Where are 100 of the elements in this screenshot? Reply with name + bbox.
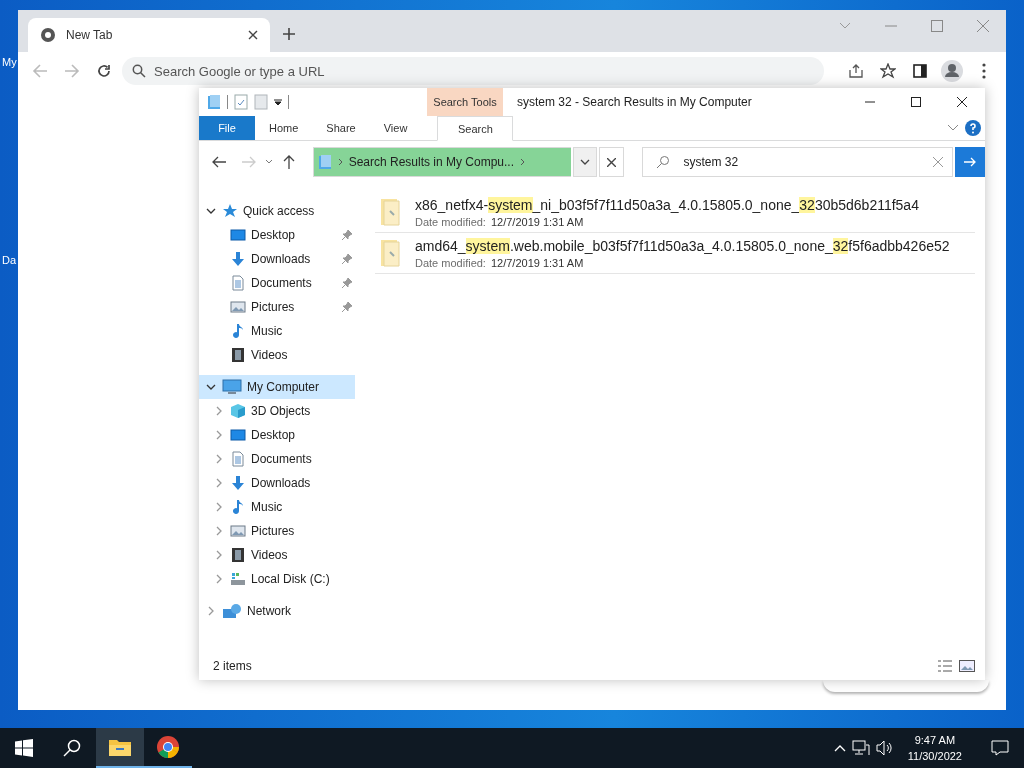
avatar-icon: [941, 60, 963, 82]
address-field[interactable]: Search Google or type a URL: [122, 57, 824, 85]
ribbon-tab[interactable]: File: [199, 116, 255, 140]
caret-icon[interactable]: [274, 98, 282, 106]
nav-label: Downloads: [251, 476, 311, 490]
nav-label: Desktop: [251, 428, 296, 442]
nav-label: Documents: [251, 452, 312, 466]
context-tab-label: Search Tools: [427, 88, 503, 116]
film-icon: [230, 347, 246, 363]
nav-item[interactable]: Downloads: [199, 247, 355, 271]
nav-label: My Computer: [247, 380, 320, 394]
cube-icon: [230, 403, 246, 419]
search-go-button[interactable]: [955, 147, 985, 177]
close-icon: [606, 157, 616, 167]
search-field[interactable]: system 32: [642, 147, 954, 177]
document-icon: [230, 275, 246, 291]
details-view-icon[interactable]: [937, 659, 953, 673]
star-icon: [880, 63, 896, 79]
ribbon-tab[interactable]: Home: [255, 116, 313, 140]
window-title: system 32 - Search Results in My Computer: [516, 94, 753, 111]
nav-item[interactable]: Pictures: [199, 295, 355, 319]
music-note-icon: [230, 499, 246, 515]
profile-button[interactable]: [938, 57, 966, 85]
close-icon: [977, 20, 989, 32]
browser-logo-icon: [40, 27, 56, 43]
nav-item[interactable]: Videos: [199, 343, 355, 367]
chevron-right-icon: [337, 158, 343, 166]
nav-item[interactable]: 3D Objects: [199, 399, 355, 423]
ribbon-tab[interactable]: Share: [312, 116, 370, 140]
clock-date[interactable]: 11/30/2022: [907, 748, 962, 764]
back-arrow-icon: [211, 156, 226, 168]
share-icon: [848, 63, 864, 79]
nav-label: Videos: [251, 348, 288, 362]
file-icon: [379, 238, 403, 268]
back-arrow-icon: [32, 63, 48, 79]
nav-label: Pictures: [251, 524, 295, 538]
nav-item[interactable]: Local Disk (C:): [199, 567, 355, 591]
nav-label: Local Disk (C:): [251, 572, 330, 586]
film-icon: [230, 547, 246, 563]
browser-logo-icon: [156, 735, 180, 759]
side-panel-icon: [912, 63, 928, 79]
nav-item[interactable]: Network: [199, 599, 355, 623]
nav-item[interactable]: Videos: [199, 543, 355, 567]
properties-icon[interactable]: [234, 94, 248, 110]
nav-item[interactable]: Music: [199, 319, 355, 343]
close-icon: [957, 97, 967, 107]
desktop-icon-label[interactable]: Da: [2, 254, 17, 266]
forward-arrow-icon: [241, 156, 256, 168]
minimize-icon: [865, 101, 875, 103]
maximize-icon: [931, 20, 943, 32]
ribbon-tab[interactable]: Search: [437, 116, 514, 141]
date-value: 12/7/2019 1:31 AM: [490, 257, 584, 269]
speech-bubble-icon: [991, 740, 1009, 756]
nav-item[interactable]: Pictures: [199, 519, 355, 543]
nav-label: Music: [251, 324, 283, 338]
ribbon-tab[interactable]: View: [369, 116, 422, 140]
nav-item[interactable]: Desktop: [199, 423, 355, 447]
folder-icon: [207, 94, 221, 110]
close-icon[interactable]: [248, 30, 258, 40]
item-count: 2 items: [213, 659, 252, 673]
down-arrow-icon: [230, 251, 246, 267]
nav-item[interactable]: Music: [199, 495, 355, 519]
network-icon[interactable]: [851, 740, 870, 756]
date-label: Date modified:: [415, 216, 486, 228]
chevron-down-icon: [579, 159, 590, 165]
nav-label: Network: [247, 604, 291, 618]
nav-label: Music: [251, 500, 283, 514]
desktop-icon-label[interactable]: My: [2, 56, 17, 68]
nav-item[interactable]: Quick access: [199, 199, 355, 223]
clock-time[interactable]: 9:47 AM: [914, 732, 956, 748]
file-name[interactable]: x86_netfx4-system_ni_b03f5f7f11d50a3a_4.0.15805.0_none_3230b5d6b211f5a4: [415, 197, 919, 213]
minimize-icon: [885, 25, 897, 27]
clear-icon[interactable]: [933, 157, 944, 167]
right-arrow-icon: [964, 157, 977, 167]
browser-tab[interactable]: New Tab: [28, 18, 270, 52]
nav-item[interactable]: Documents: [199, 447, 355, 471]
nav-item[interactable]: My Computer: [199, 375, 355, 399]
menu-icon: [982, 63, 986, 79]
monitor-icon: [222, 379, 242, 395]
picture-icon: [230, 299, 246, 315]
drive-icon: [230, 571, 246, 587]
help-icon[interactable]: [965, 120, 981, 136]
nav-item[interactable]: Documents: [199, 271, 355, 295]
thumbnail-view-icon[interactable]: [959, 659, 975, 673]
windows-logo-icon: [15, 739, 33, 757]
taskbar-app-button[interactable]: [96, 728, 144, 768]
maximize-icon: [911, 97, 921, 107]
nav-label: 3D Objects: [251, 404, 311, 418]
network-icon: [222, 603, 242, 619]
date-label: Date modified:: [415, 257, 486, 269]
nav-label: Pictures: [251, 300, 295, 314]
nav-item[interactable]: Desktop: [199, 223, 355, 247]
address-bar[interactable]: Search Results in My Compu...: [312, 147, 571, 177]
file-name[interactable]: amd64_system.web.mobile_b03f5f7f11d50a3a_4.0.15805.0_none_32f5f6adbb426e52: [415, 238, 950, 254]
document-icon: [230, 451, 246, 467]
folder-icon: [108, 737, 132, 757]
stop-button[interactable]: [598, 147, 625, 177]
nav-item[interactable]: Downloads: [199, 471, 355, 495]
speaker-icon[interactable]: [875, 740, 894, 756]
chevron-up-icon[interactable]: [833, 744, 846, 752]
